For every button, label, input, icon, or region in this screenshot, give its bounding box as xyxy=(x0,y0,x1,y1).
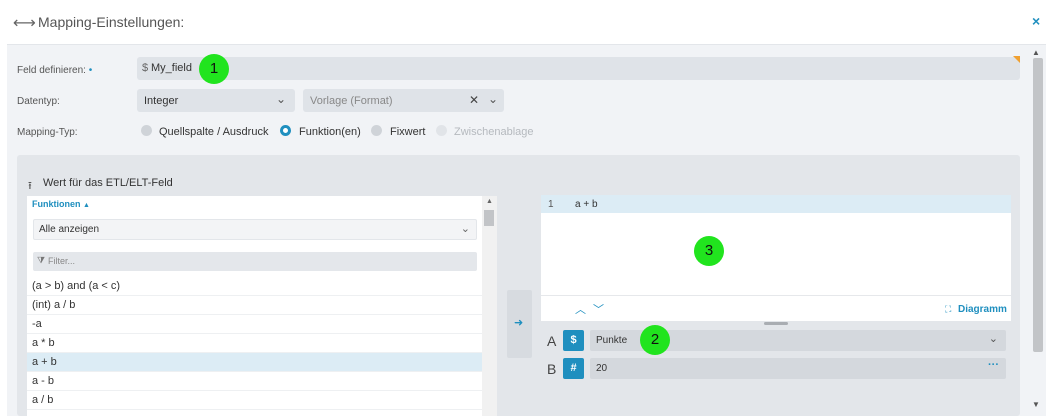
param-type-button-b[interactable]: # xyxy=(563,358,584,379)
radio-clipboard xyxy=(436,125,447,136)
filter-placeholder: Filter... xyxy=(48,256,76,266)
chevron-down-icon: ⌄ xyxy=(460,223,470,235)
annotation-marker-1: 1 xyxy=(199,54,229,84)
arrows-horizontal-icon: ⟷ xyxy=(13,15,36,32)
field-name-value: My_field xyxy=(151,62,192,74)
functions-header[interactable]: Funktionen ▲ xyxy=(32,199,90,209)
chevron-up-icon[interactable]: ︿ xyxy=(575,301,586,317)
datatype-value: Integer xyxy=(144,95,179,107)
field-name-input[interactable]: $ My_field xyxy=(137,57,1020,80)
filter-icon: ⧩ xyxy=(37,255,46,265)
category-value: Alle anzeigen xyxy=(39,224,100,235)
function-item[interactable]: a - b xyxy=(27,372,482,391)
sort-asc-icon: ▲ xyxy=(83,202,90,209)
diagram-icon[interactable]: ⛶ xyxy=(945,304,951,315)
chevron-down-icon: ⌄ xyxy=(275,92,286,106)
functions-scrollbar[interactable] xyxy=(482,196,497,416)
function-item[interactable]: a * b xyxy=(27,334,482,353)
scroll-thumb[interactable] xyxy=(1033,58,1043,352)
datatype-select[interactable]: Integer ⌄ xyxy=(137,89,295,112)
clear-icon[interactable]: ✕ xyxy=(469,93,479,107)
template-select[interactable]: Vorlage (Format) ✕ ⌄ xyxy=(303,89,504,112)
scroll-up-icon[interactable]: ▲ xyxy=(1032,48,1040,57)
function-item-selected[interactable]: a + b xyxy=(27,353,482,372)
param-letter-a: A xyxy=(547,333,557,349)
radio-source-column[interactable] xyxy=(141,125,152,136)
chevron-down-icon[interactable]: ﹀ xyxy=(593,301,604,317)
chevron-down-icon[interactable]: ⌄ xyxy=(488,92,498,106)
annotation-marker-2: 2 xyxy=(640,325,670,355)
field-label: Feld definieren: • xyxy=(17,65,93,76)
param-input-b[interactable]: 20 ··· xyxy=(590,358,1006,379)
close-icon[interactable]: × xyxy=(1032,13,1040,29)
editor-toolbar xyxy=(541,295,1011,321)
radio-functions[interactable] xyxy=(280,125,291,136)
functions-scroll-thumb[interactable] xyxy=(484,210,494,226)
annotation-marker-3: 3 xyxy=(694,236,724,266)
radio-fixed-value[interactable] xyxy=(371,125,382,136)
param-type-button-a[interactable]: $ xyxy=(563,330,584,351)
param-value-a: Punkte xyxy=(596,335,628,346)
param-value-b: 20 xyxy=(596,363,608,374)
scroll-up-icon[interactable]: ▲ xyxy=(486,198,493,205)
radio-label-clipboard: Zwischenablage xyxy=(454,126,534,138)
function-item[interactable]: -a xyxy=(27,315,482,334)
template-placeholder: Vorlage (Format) xyxy=(310,95,393,107)
datatype-label: Datentyp: xyxy=(17,96,60,107)
arrow-right-icon: ➜ xyxy=(514,317,524,329)
editor-active-line xyxy=(541,195,1011,213)
function-item[interactable]: a / b xyxy=(27,391,482,410)
dollar-icon: $ xyxy=(142,62,149,74)
functions-filter-input[interactable]: ⧩ Filter... xyxy=(33,252,477,271)
radio-label-fixed-value[interactable]: Fixwert xyxy=(390,126,425,138)
function-item[interactable]: (a > b) and (a < c) xyxy=(27,277,482,296)
more-icon[interactable]: ··· xyxy=(988,359,999,371)
collapse-up-icon[interactable]: ⭱ xyxy=(28,177,32,196)
functions-category-select[interactable]: Alle anzeigen ⌄ xyxy=(33,219,477,240)
resize-handle[interactable] xyxy=(764,322,788,325)
etl-section-title: Wert für das ETL/ELT-Feld xyxy=(43,177,173,189)
mapping-type-label: Mapping-Typ: xyxy=(17,127,78,138)
diagram-button[interactable]: Diagramm xyxy=(958,304,1007,315)
modified-corner-indicator xyxy=(1013,56,1020,63)
radio-label-functions[interactable]: Funktion(en) xyxy=(299,126,361,138)
insert-function-button[interactable]: ➜ xyxy=(507,290,532,358)
chevron-down-icon: ⌄ xyxy=(988,333,998,345)
function-item[interactable]: (int) a / b xyxy=(27,296,482,315)
radio-label-source-column[interactable]: Quellspalte / Ausdruck xyxy=(159,126,268,138)
param-letter-b: B xyxy=(547,361,557,377)
dialog-title: Mapping-Einstellungen: xyxy=(38,14,185,30)
scroll-down-icon[interactable]: ▼ xyxy=(1032,400,1040,409)
line-number: 1 xyxy=(548,199,554,210)
code-line[interactable]: a + b xyxy=(575,199,598,210)
